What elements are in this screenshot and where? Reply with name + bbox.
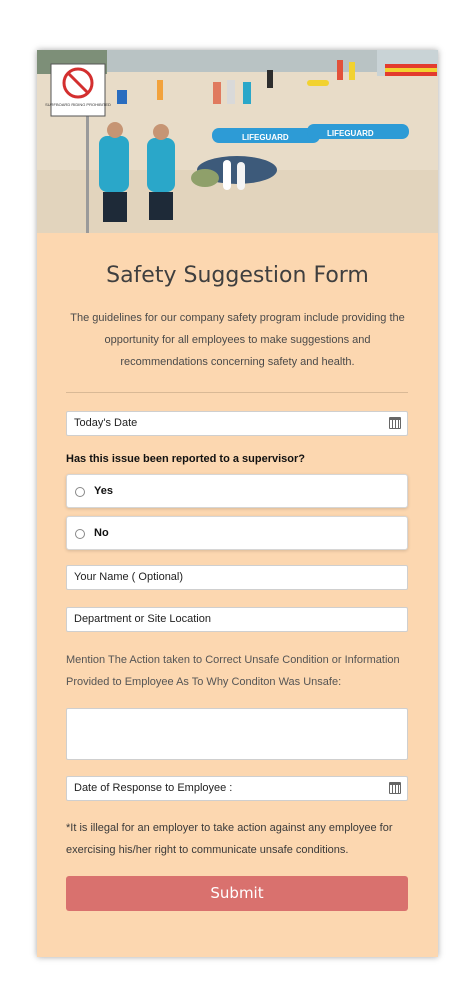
- response-date-placeholder: Date of Response to Employee :: [74, 782, 233, 794]
- todays-date-field[interactable]: Today's Date: [66, 411, 408, 436]
- sign-text: SURFBOARD RIDING PROHIBITED: [45, 102, 111, 107]
- department-placeholder: Department or Site Location: [74, 613, 211, 625]
- hero-image: SURFBOARD RIDING PROHIBITED LIFEGUARD LI…: [37, 50, 438, 233]
- todays-date-placeholder: Today's Date: [74, 417, 138, 429]
- radio-yes[interactable]: [75, 487, 85, 497]
- reported-question: Has this issue been reported to a superv…: [66, 453, 306, 465]
- board-text-2: LIFEGUARD: [327, 129, 374, 138]
- option-no-label: No: [94, 527, 109, 539]
- name-field[interactable]: Your Name ( Optional): [66, 565, 408, 590]
- option-yes-label: Yes: [94, 485, 113, 497]
- response-date-field[interactable]: Date of Response to Employee :: [66, 776, 408, 801]
- beach-scene-image: SURFBOARD RIDING PROHIBITED LIFEGUARD LI…: [37, 50, 438, 233]
- board-text-1: LIFEGUARD: [242, 133, 289, 142]
- form-card: SURFBOARD RIDING PROHIBITED LIFEGUARD LI…: [37, 50, 438, 957]
- name-placeholder: Your Name ( Optional): [74, 571, 184, 583]
- form-intro: The guidelines for our company safety pr…: [70, 312, 405, 368]
- form-title: Safety Suggestion Form: [106, 263, 369, 288]
- option-yes[interactable]: Yes: [66, 474, 408, 508]
- legal-note: *It is illegal for an employer to take a…: [66, 822, 393, 856]
- option-no[interactable]: No: [66, 516, 408, 550]
- calendar-icon[interactable]: [389, 782, 401, 794]
- action-label: Mention The Action taken to Correct Unsa…: [66, 654, 400, 688]
- department-field[interactable]: Department or Site Location: [66, 607, 408, 632]
- divider: [66, 392, 408, 393]
- action-textarea[interactable]: [66, 708, 408, 760]
- submit-button[interactable]: Submit: [66, 876, 408, 911]
- calendar-icon[interactable]: [389, 417, 401, 429]
- radio-no[interactable]: [75, 529, 85, 539]
